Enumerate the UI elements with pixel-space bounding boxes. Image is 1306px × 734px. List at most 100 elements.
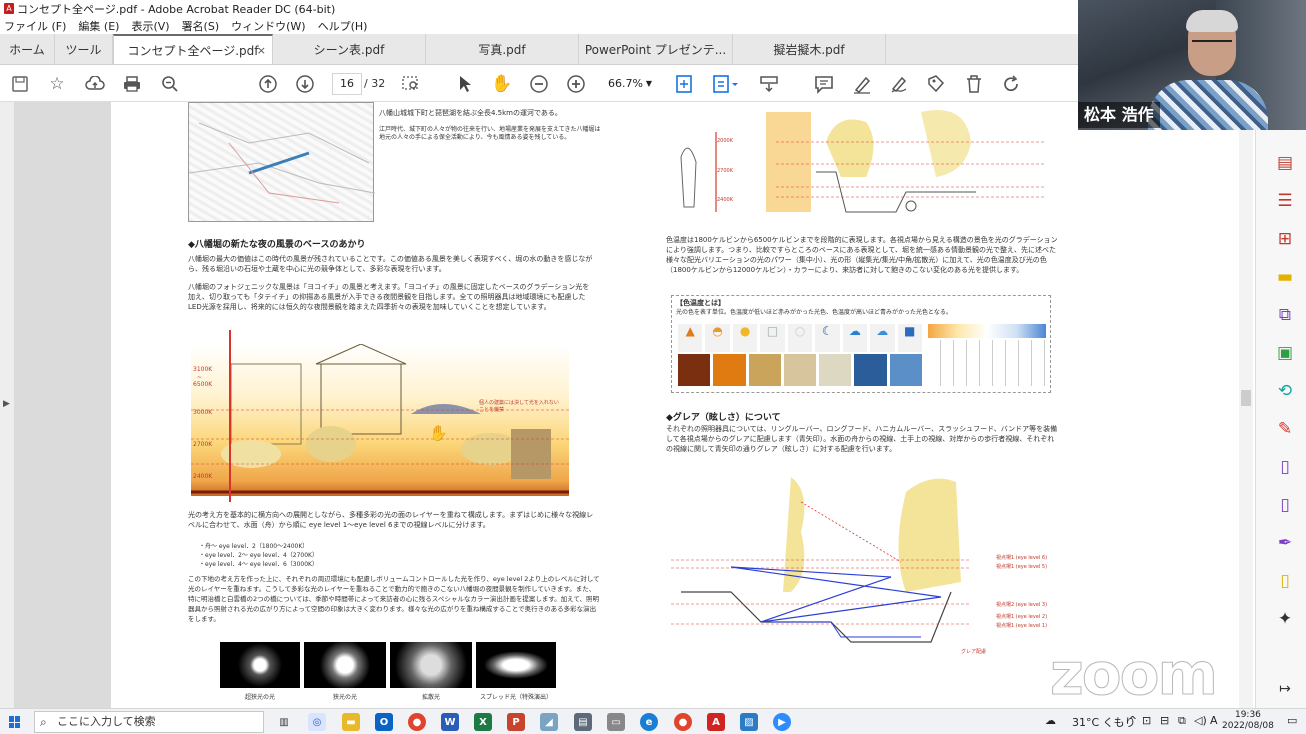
fit-page-icon[interactable] xyxy=(672,72,696,96)
intro-body: 江戸時代、城下町の人々が物の往来を行い、地場産業を発展を支えてきた八幡堀は地元の… xyxy=(379,126,601,141)
zoom-app-icon[interactable]: ▶ xyxy=(773,713,791,731)
redo-icon[interactable] xyxy=(999,72,1023,96)
vertical-scrollbar[interactable] xyxy=(1239,130,1253,708)
overcast-icon: ☁ xyxy=(842,324,868,352)
send-review-icon[interactable]: ▯ xyxy=(1274,570,1296,592)
menu-file[interactable]: ファイル (F) xyxy=(4,18,66,34)
participant-shirt xyxy=(1148,80,1268,130)
marquee-zoom-icon[interactable] xyxy=(399,72,423,96)
bookmark-star-icon[interactable]: ☆ xyxy=(45,72,69,96)
zoom-level-select[interactable]: 66.7% ▼ xyxy=(603,73,656,95)
export-pdf-icon[interactable]: ▤ xyxy=(1274,152,1296,174)
notification-icon[interactable]: ▭ xyxy=(1287,714,1297,727)
draw-icon[interactable] xyxy=(887,72,911,96)
menu-sign[interactable]: 署名(S) xyxy=(182,18,220,34)
create-pdf-icon[interactable]: ⊞ xyxy=(1274,228,1296,250)
print-icon[interactable] xyxy=(120,72,144,96)
taskbar-app-icon[interactable]: ▭ xyxy=(607,713,625,731)
ct-icons-row: ▲ ◓ ● □ ○ ☾ ☁ ☁ ■ xyxy=(678,324,922,352)
tab-tools[interactable]: ツール xyxy=(55,34,113,64)
participant-video: 松本 浩作 xyxy=(1078,0,1306,130)
acrobat-icon[interactable]: A xyxy=(707,713,725,731)
beam-photo-narrow xyxy=(304,642,386,688)
weather-text[interactable]: 31°C くもり xyxy=(1072,714,1136,730)
task-view-icon[interactable]: ▥ xyxy=(275,713,293,731)
chrome-icon[interactable]: ● xyxy=(674,713,692,731)
keyboard-tools-icon[interactable] xyxy=(757,72,781,96)
tray-chevron-up-icon[interactable]: ^ xyxy=(1128,714,1137,727)
tab-doc-scene[interactable]: シーン表.pdf xyxy=(273,34,426,64)
edge-icon[interactable]: e xyxy=(640,713,658,731)
page-number-input[interactable]: 16 xyxy=(332,73,362,95)
caption-narrow: 狭光の光 xyxy=(332,694,357,701)
chrome-icon[interactable]: ● xyxy=(408,713,426,731)
zoom-out-icon[interactable] xyxy=(527,72,551,96)
menu-window[interactable]: ウィンドウ(W) xyxy=(231,18,305,34)
file-explorer-icon[interactable]: ▬ xyxy=(342,713,360,731)
menu-help[interactable]: ヘルプ(H) xyxy=(318,18,368,34)
clock-date: 2022/08/08 xyxy=(1222,721,1274,731)
hand-tool-icon[interactable]: ✋ xyxy=(490,72,514,96)
scan-ocr-icon[interactable]: ⟲ xyxy=(1274,380,1296,402)
comment-tool-icon[interactable]: ▬ xyxy=(1274,266,1296,288)
network-icon[interactable]: ⊟ xyxy=(1160,714,1169,727)
tray-icon[interactable]: ⊡ xyxy=(1142,714,1151,727)
tab-doc-concept[interactable]: コンセプト全ページ.pdf × xyxy=(113,34,273,64)
select-cursor-icon[interactable] xyxy=(453,72,477,96)
more-tools-icon[interactable]: ✦ xyxy=(1274,608,1296,630)
windows-start-icon[interactable] xyxy=(9,716,21,728)
zoom-in-icon[interactable] xyxy=(564,72,588,96)
tab-doc-powerpoint[interactable]: PowerPoint プレゼンテ... xyxy=(579,34,733,64)
ime-indicator[interactable]: A xyxy=(1210,714,1218,727)
delete-trash-icon[interactable] xyxy=(962,72,986,96)
taskbar-clock[interactable]: 19:36 2022/08/08 xyxy=(1222,710,1274,732)
tab-doc-label: シーン表.pdf xyxy=(313,42,385,57)
stamp-icon[interactable] xyxy=(924,72,948,96)
caption-diffuse: 拡散光 xyxy=(421,694,440,701)
powerpoint-icon[interactable]: P xyxy=(507,713,525,731)
outlook-icon[interactable]: O xyxy=(375,713,393,731)
sign-pen-icon[interactable]: ✒ xyxy=(1274,532,1296,554)
photos-icon[interactable]: ▨ xyxy=(740,713,758,731)
collapse-pane-icon[interactable]: ↦ xyxy=(1274,678,1296,700)
zoom-search-icon[interactable] xyxy=(158,72,182,96)
save-icon[interactable] xyxy=(8,72,32,96)
close-tab-icon[interactable]: × xyxy=(257,44,266,57)
weather-icon[interactable]: ☁ xyxy=(1045,714,1056,727)
compress-pdf-icon[interactable]: ▣ xyxy=(1274,342,1296,364)
tab-home[interactable]: ホーム xyxy=(0,34,55,64)
taskbar-search[interactable]: ⌕ ここに入力して検索 xyxy=(34,711,264,733)
menu-view[interactable]: 表示(V) xyxy=(131,18,169,34)
right-scale-2700k: 2700K xyxy=(717,168,734,174)
tab-doc-photo[interactable]: 写真.pdf xyxy=(426,34,579,64)
previous-page-icon[interactable] xyxy=(256,72,280,96)
excel-icon[interactable]: X xyxy=(474,713,492,731)
tab-tools-label: ツール xyxy=(65,42,102,57)
ct-scale-ticks xyxy=(928,340,1046,386)
tray-icon[interactable]: ⧉ xyxy=(1178,714,1186,728)
scroll-thumb[interactable] xyxy=(1241,390,1251,406)
menu-bar: ファイル (F) 編集 (E) 表示(V) 署名(S) ウィンドウ(W) ヘルプ… xyxy=(0,17,1078,34)
taskbar-app-icon[interactable]: ◢ xyxy=(540,713,558,731)
menu-edit[interactable]: 編集 (E) xyxy=(78,18,119,34)
taskbar-app-icon[interactable]: ▤ xyxy=(574,713,592,731)
next-page-icon[interactable] xyxy=(293,72,317,96)
volume-icon[interactable]: ◁) xyxy=(1194,714,1207,727)
taskbar-app-icon[interactable]: ◎ xyxy=(308,713,326,731)
shade-icon: ☁ xyxy=(870,324,895,352)
edit-pdf-icon[interactable]: ✎ xyxy=(1274,418,1296,440)
cloud-upload-icon[interactable] xyxy=(83,72,107,96)
highlight-pen-icon[interactable] xyxy=(850,72,874,96)
fill-sign-icon[interactable]: ▯ xyxy=(1274,494,1296,516)
combine-files-icon[interactable]: ⧉ xyxy=(1274,304,1296,326)
word-icon[interactable]: W xyxy=(441,713,459,731)
left-nav-pane-toggle[interactable]: ▶ xyxy=(0,102,14,708)
expand-left-icon: ▶ xyxy=(3,399,10,409)
organize-pages-icon[interactable]: ☰ xyxy=(1274,190,1296,212)
lamp-icon: □ xyxy=(760,324,785,352)
comment-icon[interactable] xyxy=(812,72,836,96)
tab-doc-giganggiboku[interactable]: 擬岩擬木.pdf xyxy=(733,34,886,64)
acrobat-app-icon: A xyxy=(4,3,14,14)
protect-pdf-icon[interactable]: ▯ xyxy=(1274,456,1296,478)
page-display-icon[interactable] xyxy=(710,72,742,96)
